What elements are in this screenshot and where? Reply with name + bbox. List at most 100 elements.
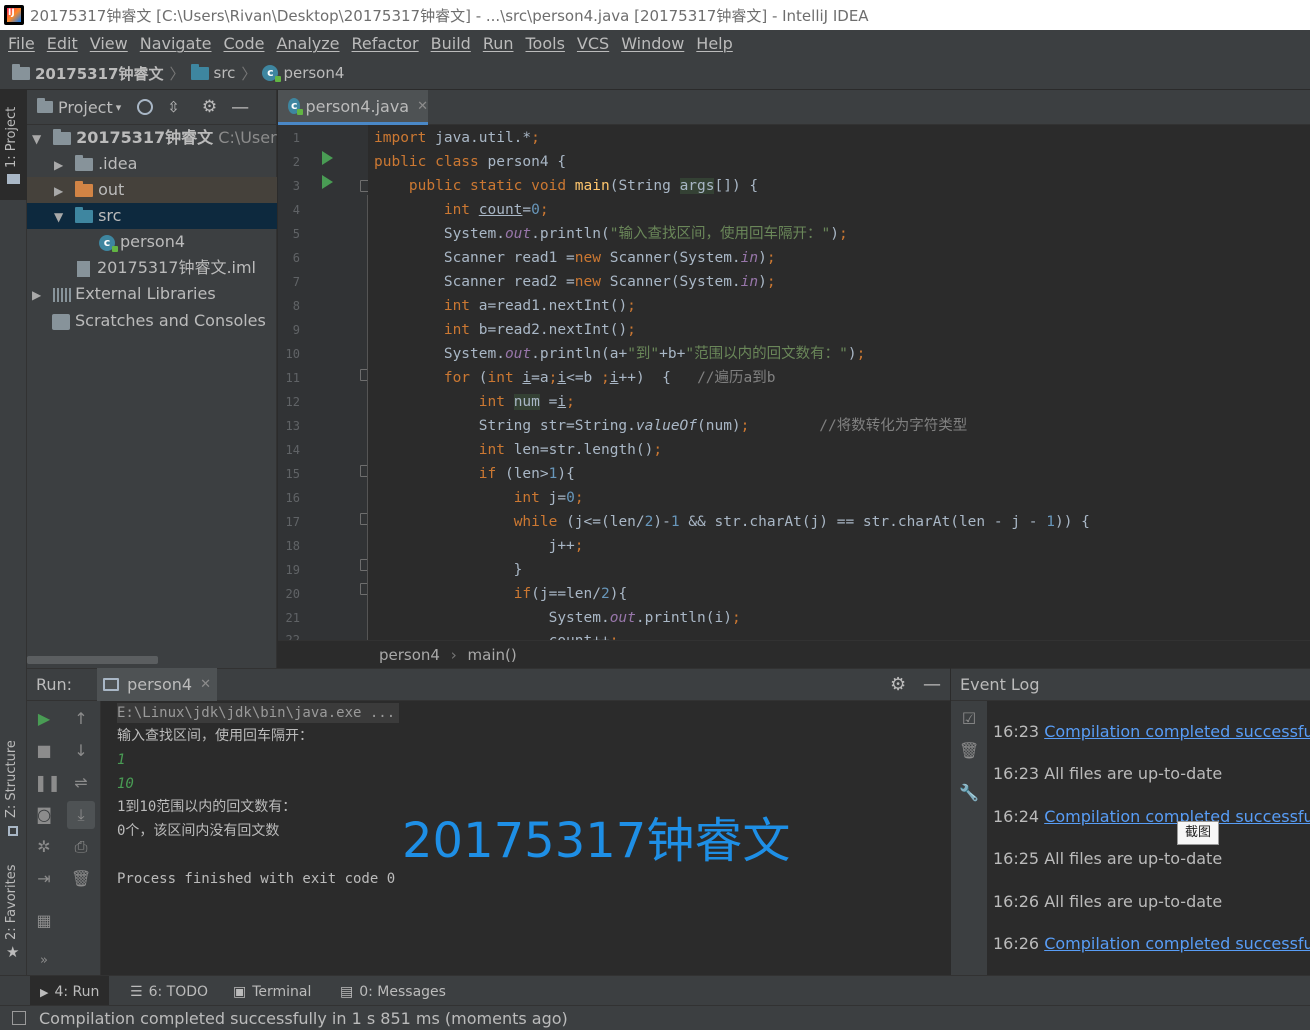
print-icon[interactable]: ⎙	[71, 837, 91, 857]
gear-icon[interactable]: ⚙	[890, 674, 906, 695]
code-editor[interactable]: import java.util.*; public class person4…	[368, 125, 1310, 640]
pause-icon[interactable]: ❚❚	[34, 773, 61, 792]
tab-todo[interactable]: ☰ 6: TODO	[120, 976, 218, 1006]
editor-crumb-method[interactable]: main()	[468, 646, 517, 664]
menu-tools[interactable]: Tools	[522, 34, 573, 53]
event-link[interactable]: Compilation completed successfully in	[1044, 934, 1310, 953]
settings-icon[interactable]: ✲	[34, 837, 54, 856]
more-icon[interactable]: »	[34, 953, 54, 968]
tab-project[interactable]: 1: Project	[0, 90, 27, 200]
tree-label: External Libraries	[75, 284, 216, 303]
editor-tab-person4[interactable]: c person4.java ✕	[278, 90, 428, 125]
project-horizontal-scrollbar[interactable]	[27, 656, 158, 664]
tab-run-label: 4: Run	[54, 984, 100, 1000]
run-toolbar-primary: ▶ ■ ❚❚ ◙ ✲ ⇥ ▦ »	[27, 701, 61, 975]
camera-icon[interactable]: ◙	[34, 805, 54, 824]
layout-icon[interactable]: ▦	[34, 911, 54, 930]
messages-icon: ▤	[340, 984, 354, 1000]
folder-icon	[53, 129, 72, 145]
trash-icon[interactable]: 🗑	[71, 869, 91, 888]
soft-wrap-icon[interactable]: ⇌	[71, 773, 91, 792]
target-icon[interactable]	[137, 99, 154, 115]
toggle-tool-windows-icon[interactable]	[12, 1011, 26, 1025]
menu-run[interactable]: Run	[479, 34, 522, 53]
expanded-arrow-icon[interactable]: ▼	[32, 126, 48, 151]
menu-vcs[interactable]: VCS	[573, 34, 617, 53]
tree-item-out[interactable]: ▶ out	[27, 177, 277, 203]
event-log-header: Event Log	[951, 668, 1310, 701]
console-line: Process finished with exit code 0	[117, 871, 396, 887]
title-bar: 20175317钟睿文 [C:\Users\Rivan\Desktop\2017…	[0, 0, 1310, 30]
tab-terminal[interactable]: ▣ Terminal	[223, 976, 321, 1006]
event-entry: 16:26 All files are up-to-date	[993, 892, 1222, 911]
project-view-selector[interactable]: Project	[58, 98, 113, 117]
run-toolbar-secondary: ↑ ↓ ⇌ ⤓ ⎙ 🗑	[61, 701, 101, 975]
menu-analyze[interactable]: Analyze	[272, 34, 347, 53]
run-console[interactable]: E:\Linux\jdk\jdk\bin\java.exe ... 输入查找区间…	[102, 701, 950, 975]
mark-read-icon[interactable]: ☑	[959, 709, 979, 728]
login-icon[interactable]: ⇥	[34, 869, 54, 888]
nav-file[interactable]: person4	[283, 64, 344, 82]
event-entry: 16:26 Compilation completed successfully…	[993, 934, 1310, 953]
tree-item-person4[interactable]: c person4	[27, 229, 277, 255]
menu-edit[interactable]: Edit	[43, 34, 86, 53]
collapsed-arrow-icon[interactable]: ▶	[54, 178, 70, 203]
tree-item-src[interactable]: ▼ src	[27, 203, 277, 229]
collapsed-arrow-icon[interactable]: ▶	[54, 152, 70, 177]
console-input: 1	[117, 752, 126, 768]
tab-messages[interactable]: ▤ 0: Messages	[330, 976, 456, 1006]
status-message: Compilation completed successfully in 1 …	[39, 1009, 568, 1028]
trash-icon[interactable]: 🗑	[959, 741, 979, 760]
tab-structure[interactable]: Z: Structure	[0, 730, 27, 840]
tree-item-external-libraries[interactable]: ▶ External Libraries	[27, 281, 277, 307]
menu-refactor[interactable]: Refactor	[348, 34, 427, 53]
menu-bar: File Edit View Navigate Code Analyze Ref…	[0, 30, 1310, 57]
tree-item-scratches[interactable]: Scratches and Consoles	[27, 308, 277, 334]
minimize-icon[interactable]: —	[231, 97, 249, 118]
menu-code[interactable]: Code	[220, 34, 273, 53]
editor-tab-bar: c person4.java ✕	[278, 90, 1310, 125]
scroll-to-end-icon[interactable]: ⤓	[67, 801, 95, 829]
run-tab-person4[interactable]: person4 ✕	[97, 668, 218, 701]
code-line-21: System.out.println(i);	[374, 610, 741, 626]
stop-icon[interactable]: ■	[34, 741, 54, 760]
expanded-arrow-icon[interactable]: ▼	[54, 204, 70, 229]
console-line: 1到10范围以内的回文数有：	[117, 799, 297, 815]
menu-file[interactable]: File	[4, 34, 43, 53]
tree-item-idea[interactable]: ▶ .idea	[27, 151, 277, 177]
code-line-2: public class person4 {	[374, 154, 567, 170]
nav-project[interactable]: 20175317钟睿文	[35, 63, 164, 84]
menu-help[interactable]: Help	[692, 34, 740, 53]
collapse-all-icon[interactable]: ⇳	[167, 98, 180, 116]
wrench-icon[interactable]: 🔧	[959, 783, 979, 802]
editor-crumb-class[interactable]: person4	[379, 646, 440, 664]
console-input: 10	[117, 776, 134, 792]
menu-build[interactable]: Build	[427, 34, 479, 53]
close-icon[interactable]: ✕	[200, 677, 211, 692]
rerun-icon[interactable]: ▶	[34, 709, 54, 728]
tab-run[interactable]: ▶ 4: Run	[30, 976, 110, 1006]
collapsed-arrow-icon[interactable]: ▶	[32, 282, 48, 307]
gear-icon[interactable]: ⚙	[202, 97, 217, 117]
code-line-10: System.out.println(a+"到"+b+"范围以内的回文数有：")…	[374, 346, 866, 362]
minimize-icon[interactable]: —	[923, 674, 941, 695]
arrow-up-icon[interactable]: ↑	[71, 709, 91, 728]
run-panel-header: Run: person4 ✕ ⚙ —	[27, 668, 950, 701]
run-class-icon[interactable]	[322, 151, 333, 165]
caret-down-icon[interactable]: ▾	[116, 101, 122, 114]
tree-item-project-root[interactable]: ▼ 20175317钟睿文 C:\Users\R	[27, 125, 277, 151]
tree-label: Scratches and Consoles	[75, 311, 266, 330]
event-link[interactable]: Compilation completed successfully in	[1044, 722, 1310, 741]
menu-window[interactable]: Window	[617, 34, 692, 53]
nav-folder[interactable]: src	[214, 64, 236, 82]
line-number: 5	[292, 227, 300, 241]
chevron-right-icon: 〉	[241, 64, 257, 83]
menu-view[interactable]: View	[86, 34, 136, 53]
run-main-icon[interactable]	[322, 175, 333, 189]
code-line-20: if(j==len/2){	[513, 586, 628, 602]
close-icon[interactable]: ✕	[417, 99, 428, 114]
menu-navigate[interactable]: Navigate	[136, 34, 220, 53]
tree-item-iml[interactable]: 20175317钟睿文.iml	[27, 255, 277, 281]
arrow-down-icon[interactable]: ↓	[71, 741, 91, 760]
tab-favorites[interactable]: 2: Favorites ★	[0, 855, 27, 965]
